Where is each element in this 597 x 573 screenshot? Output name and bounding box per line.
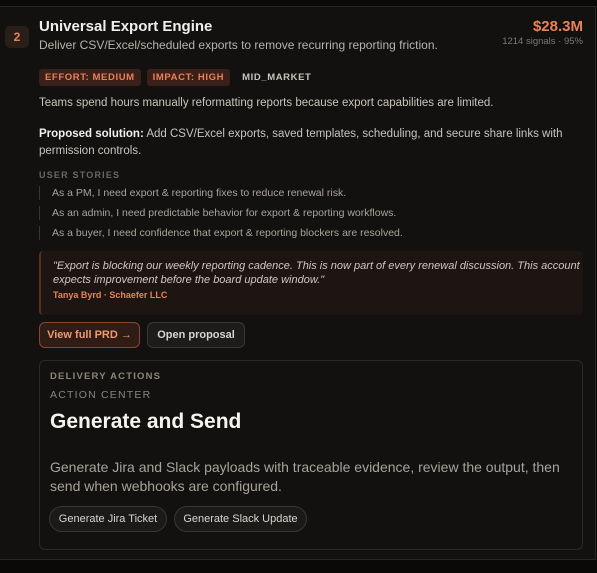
quote-text: "Export is blocking our weekly reporting… <box>53 260 580 286</box>
opportunity-card: 2 Universal Export Engine Deliver CSV/Ex… <box>0 6 596 560</box>
delivery-actions-label: DELIVERY ACTIONS <box>50 371 162 382</box>
generate-slack-update-button[interactable]: Generate Slack Update <box>174 506 307 532</box>
panel-description: Generate Jira and Slack payloads with tr… <box>50 459 560 494</box>
delivery-actions-panel: DELIVERY ACTIONS ACTION CENTER Generate … <box>39 360 583 550</box>
open-proposal-button[interactable]: Open proposal <box>147 322 245 348</box>
opportunity-title: Universal Export Engine <box>39 18 213 35</box>
user-story: As a buyer, I need confidence that expor… <box>39 226 403 240</box>
panel-title: Generate and Send <box>50 410 242 433</box>
user-story: As an admin, I need predictable behavior… <box>39 206 396 220</box>
problem-statement: Teams spend hours manually reformatting … <box>39 97 494 109</box>
solution-label: Proposed solution: <box>39 128 144 140</box>
effort-tag: EFFORT: MEDIUM <box>39 69 141 86</box>
rank-badge: 2 <box>5 26 29 48</box>
view-prd-button[interactable]: View full PRD → <box>39 322 140 348</box>
user-stories-heading: USER STORIES <box>39 170 121 180</box>
impact-tag: IMPACT: HIGH <box>146 69 231 86</box>
tag-list: EFFORT: MEDIUM IMPACT: HIGH MID_MARKET <box>39 69 317 86</box>
user-story: As a PM, I need export & reporting fixes… <box>39 186 346 200</box>
proposed-solution: Proposed solution: Add CSV/Excel exports… <box>39 126 584 160</box>
signals-count: 1214 signals · 95% <box>502 36 583 47</box>
revenue-amount: $28.3M <box>532 18 583 35</box>
quote-attribution: Tanya Byrd · Schaefer LLC <box>53 290 168 300</box>
segment-tag: MID_MARKET <box>242 72 312 83</box>
customer-quote: "Export is blocking our weekly reporting… <box>39 251 583 315</box>
opportunity-subtitle: Deliver CSV/Excel/scheduled exports to r… <box>39 38 438 52</box>
generate-jira-ticket-button[interactable]: Generate Jira Ticket <box>49 506 167 532</box>
action-center-label: ACTION CENTER <box>50 389 152 401</box>
